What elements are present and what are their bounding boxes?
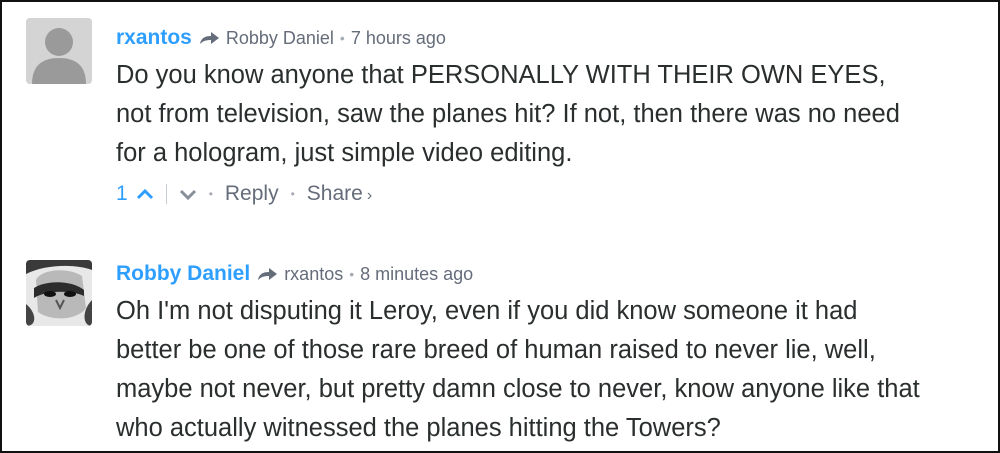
separator-dot: •: [208, 187, 213, 201]
user-photo: [26, 260, 92, 326]
comment-body: Robby Daniel rxantos • 8 minutes ago Oh …: [116, 258, 978, 448]
comment-message: Oh I'm not disputing it Leroy, even if y…: [116, 297, 920, 442]
vote-divider: [165, 184, 167, 204]
share-label: Share: [306, 182, 363, 205]
reply-to-link[interactable]: Robby Daniel: [226, 28, 334, 49]
chevron-right-icon: ›: [366, 187, 373, 204]
reply-arrow-icon: [258, 268, 278, 280]
reply-button[interactable]: Reply: [225, 182, 279, 206]
default-avatar-icon: [26, 18, 92, 84]
upvote-icon[interactable]: [136, 188, 154, 200]
avatar[interactable]: [26, 260, 92, 326]
author-link[interactable]: Robby Daniel: [116, 262, 250, 286]
downvote-icon[interactable]: [179, 188, 197, 200]
separator-dot: •: [349, 266, 355, 282]
reply-to-link[interactable]: rxantos: [284, 264, 343, 285]
author-link[interactable]: rxantos: [116, 26, 192, 50]
separator-dot: •: [290, 187, 295, 201]
comment-thread: rxantos Robby Daniel • 7 hours ago Do yo…: [0, 0, 1000, 453]
separator-dot: •: [339, 30, 345, 46]
reply-arrow-icon: [199, 32, 219, 44]
timestamp-link[interactable]: 7 hours ago: [351, 28, 446, 49]
comment-body: rxantos Robby Daniel • 7 hours ago Do yo…: [116, 22, 978, 209]
comment-header: rxantos Robby Daniel • 7 hours ago: [116, 22, 978, 54]
comment-message: Do you know anyone that PERSONALLY WITH …: [116, 61, 900, 167]
upvote-count: 1: [116, 182, 128, 205]
avatar[interactable]: [26, 18, 92, 84]
timestamp-link[interactable]: 8 minutes ago: [360, 264, 473, 285]
share-button[interactable]: Share ›: [307, 182, 372, 206]
comment-header: Robby Daniel rxantos • 8 minutes ago: [116, 258, 978, 290]
comment-footer: 1 • Reply • Share ›: [116, 179, 978, 209]
